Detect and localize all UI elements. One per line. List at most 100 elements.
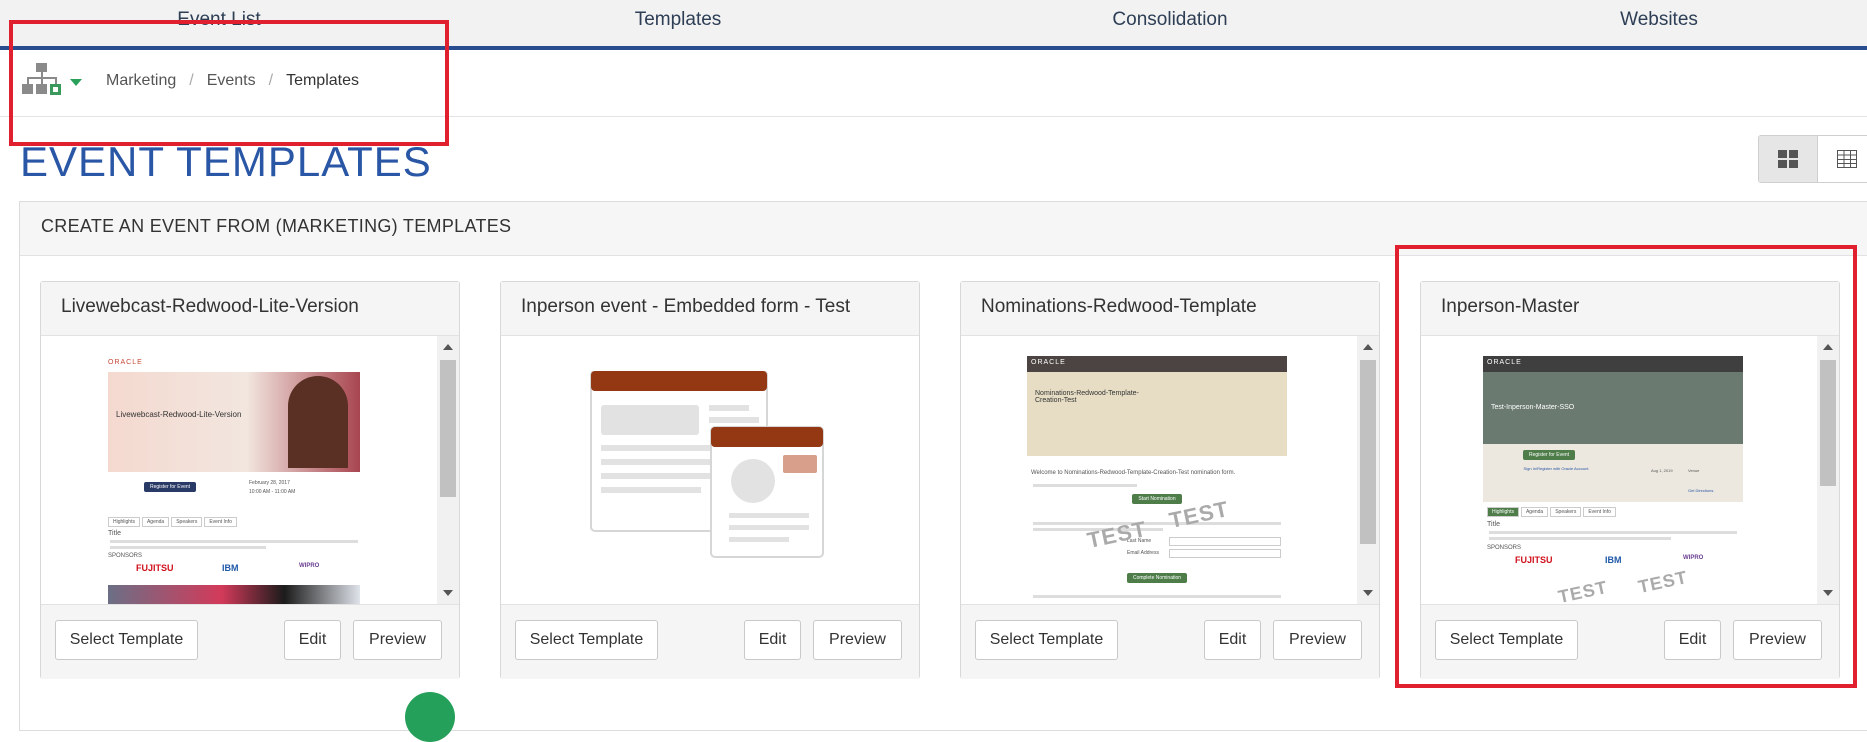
scroll-up-icon[interactable]	[443, 344, 453, 350]
test-watermark: TEST	[1556, 577, 1610, 604]
mini-directions: Get Directions	[1688, 488, 1714, 493]
table-view-button[interactable]	[1818, 136, 1867, 182]
floating-action-button[interactable]	[405, 692, 455, 742]
select-template-button[interactable]: Select Template	[1435, 620, 1578, 660]
breadcrumb: Marketing / Events / Templates	[106, 72, 359, 90]
mini-tabs: Highlights Agenda Speakers Event Info	[1487, 506, 1739, 517]
register-row: Register for Event Sign In/Register with…	[1483, 444, 1743, 502]
select-template-button[interactable]: Select Template	[975, 620, 1118, 660]
thumbnail-hero: Livewebcast-Redwood-Lite-Version	[108, 372, 360, 472]
text-line	[110, 546, 266, 549]
breadcrumb-separator: /	[189, 72, 194, 89]
scroll-thumb[interactable]	[440, 360, 456, 497]
template-card: Inperson-Master ORACLE Test-Inperson-Mas…	[1420, 281, 1840, 679]
generic-form-illustration	[590, 371, 824, 558]
select-template-button[interactable]: Select Template	[55, 620, 198, 660]
edit-button[interactable]: Edit	[1664, 620, 1721, 660]
view-toggle	[1758, 135, 1867, 183]
mini-tab: Event Info	[1583, 507, 1616, 517]
preview-button[interactable]: Preview	[1273, 620, 1362, 660]
text-line	[1033, 522, 1281, 525]
table-icon	[1837, 150, 1857, 168]
mini-time: 10:00 AM - 11:00 AM	[249, 489, 296, 495]
breadcrumb-marketing[interactable]: Marketing	[106, 72, 176, 89]
scroll-down-icon[interactable]	[1363, 590, 1373, 596]
sponsor-row: FUJITSU IBM WIPRO	[1483, 551, 1743, 573]
hero-person-image	[288, 376, 348, 468]
template-preview: ORACLE Nominations-Redwood-Template-Crea…	[961, 336, 1379, 605]
preview-scrollbar[interactable]	[437, 336, 459, 604]
sponsor-logo: WIPRO	[299, 563, 320, 569]
tab-consolidation[interactable]: Consolidation	[1112, 9, 1227, 31]
edit-button[interactable]: Edit	[1204, 620, 1261, 660]
mini-field-input	[1169, 549, 1281, 558]
text-line	[1033, 595, 1281, 598]
template-preview: ORACLE Livewebcast-Redwood-Lite-Version …	[41, 336, 459, 605]
edit-button[interactable]: Edit	[744, 620, 801, 660]
text-line	[1489, 531, 1737, 534]
mini-tab: Speakers	[171, 517, 203, 527]
edit-button[interactable]: Edit	[284, 620, 341, 660]
tab-websites[interactable]: Websites	[1620, 9, 1698, 31]
template-card: Livewebcast-Redwood-Lite-Version ORACLE …	[40, 281, 460, 679]
mini-tab: Highlights	[108, 517, 140, 527]
mini-tab: Agenda	[141, 517, 170, 527]
preview-scrollbar[interactable]	[1817, 336, 1839, 604]
mini-venue: Venue	[1688, 468, 1700, 473]
mini-welcome: Welcome to Nominations-Redwood-Template-…	[1031, 470, 1236, 476]
mini-register-button: Register for Event	[144, 482, 197, 492]
hero-text: Test-Inperson-Master-SSO	[1491, 404, 1575, 411]
mini-tab: Agenda	[1520, 507, 1549, 517]
sponsor-logo: WIPRO	[1683, 555, 1704, 561]
caret-down-icon[interactable]	[70, 74, 82, 92]
breadcrumb-events[interactable]: Events	[207, 72, 256, 89]
card-title: Livewebcast-Redwood-Lite-Version	[41, 282, 459, 336]
mini-tabs: Highlights Agenda Speakers Event Info	[108, 516, 360, 527]
top-nav: Event List Templates Consolidation Websi…	[0, 0, 1867, 50]
template-preview	[501, 336, 919, 605]
scroll-thumb[interactable]	[1820, 360, 1836, 486]
scroll-up-icon[interactable]	[1363, 344, 1373, 350]
mini-date: Aug 1, 2019	[1651, 468, 1673, 473]
scroll-up-icon[interactable]	[1823, 344, 1833, 350]
preview-button[interactable]: Preview	[353, 620, 442, 660]
preview-button[interactable]: Preview	[1733, 620, 1822, 660]
hero-text: Livewebcast-Redwood-Lite-Version	[116, 410, 242, 419]
template-thumbnail: ORACLE Nominations-Redwood-Template-Crea…	[1027, 356, 1287, 604]
register-row: Register for Event February 28, 2017 10:…	[104, 472, 364, 516]
oracle-logo: ORACLE	[108, 359, 143, 366]
mini-tab: Speakers	[1550, 507, 1582, 517]
sponsor-logo: IBM	[1605, 555, 1622, 565]
scroll-thumb[interactable]	[1360, 360, 1376, 544]
scroll-down-icon[interactable]	[1823, 590, 1833, 596]
text-line	[110, 540, 358, 543]
oracle-logo: ORACLE	[1027, 356, 1287, 372]
grid-view-button[interactable]	[1759, 136, 1818, 182]
mini-tab: Event Info	[204, 517, 237, 527]
breadcrumb-bar: Marketing / Events / Templates	[0, 50, 1867, 117]
mini-field-input	[1169, 537, 1281, 546]
mini-section-title: Title	[108, 530, 121, 537]
mini-field-label: Email Address	[1127, 550, 1159, 556]
scroll-down-icon[interactable]	[443, 590, 453, 596]
mini-date: February 28, 2017	[249, 480, 290, 486]
hierarchy-icon[interactable]	[22, 63, 62, 104]
tab-templates[interactable]: Templates	[635, 9, 722, 31]
card-footer: Select Template Edit Preview	[41, 605, 459, 679]
grid-icon	[1778, 150, 1798, 168]
preview-scrollbar[interactable]	[1357, 336, 1379, 604]
card-title: Inperson event - Embedded form - Test	[501, 282, 919, 336]
preview-button[interactable]: Preview	[813, 620, 902, 660]
template-card: Nominations-Redwood-Template ORACLE Nomi…	[960, 281, 1380, 679]
template-card: Inperson event - Embedded form - Test Se…	[500, 281, 920, 679]
template-thumbnail: ORACLE Livewebcast-Redwood-Lite-Version …	[104, 356, 364, 604]
card-title: Inperson-Master	[1421, 282, 1839, 336]
mini-tab: Highlights	[1487, 507, 1519, 517]
oracle-logo: ORACLE	[1483, 356, 1743, 372]
select-template-button[interactable]: Select Template	[515, 620, 658, 660]
sponsor-logo: FUJITSU	[1515, 555, 1553, 565]
sponsor-row: FUJITSU IBM WIPRO	[104, 559, 364, 581]
mini-signin: Sign In/Register with Oracle Account	[1523, 466, 1589, 471]
tab-event-list[interactable]: Event List	[177, 9, 260, 31]
text-line	[1489, 537, 1671, 540]
